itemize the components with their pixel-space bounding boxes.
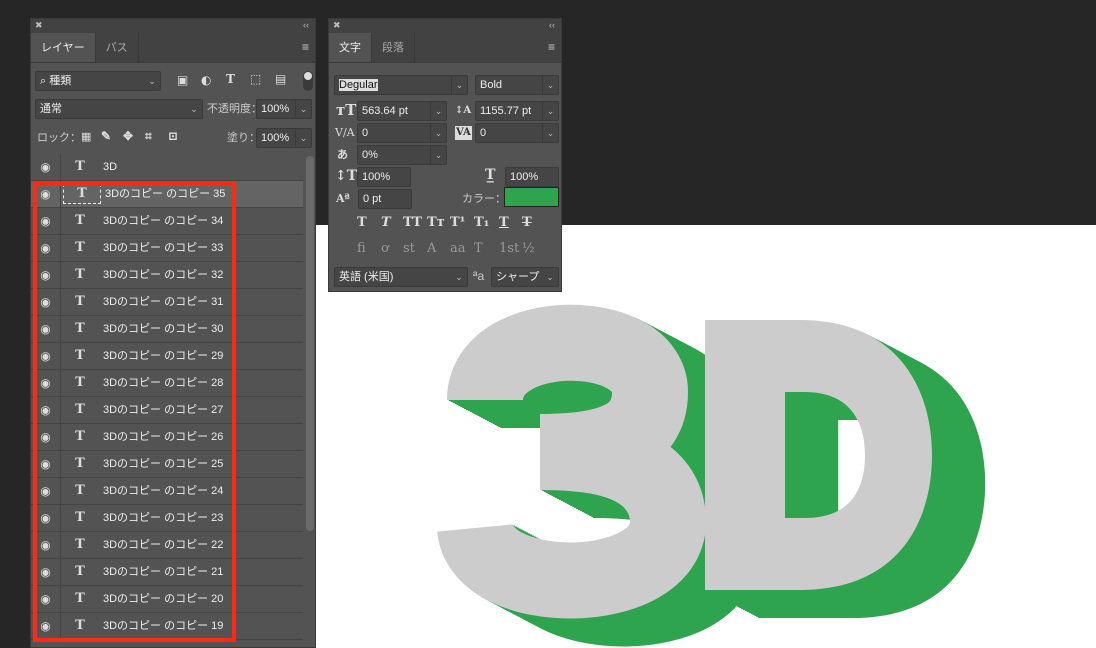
font-family-value: Degular [339,79,378,91]
antialias-icon: ªa [473,269,485,283]
layers-scrollbar[interactable] [306,156,314,531]
tracking-value: 0 [480,127,487,139]
lock-all-icon[interactable]: ⊡ [168,129,178,143]
font-size-icon: ᴛT [336,101,357,119]
tracking-icon: VA [455,126,472,140]
opentype-button[interactable]: aa [450,241,466,256]
image-filter-icon[interactable]: ▣ [177,73,188,87]
leading-input[interactable]: 1155.77 pt ⌄ [475,101,559,121]
horizontal-scale-value: 100% [510,171,539,183]
opentype-button[interactable]: 1st [499,241,519,256]
type-style-button[interactable]: T₁ [474,215,489,230]
horizontal-scale-icon: T̲ [485,167,496,183]
layer-name: 3D [103,160,118,173]
antialias-value: シャープ [496,271,540,283]
baseline-shift-icon: Aª [336,192,350,205]
smart-object-filter-icon[interactable]: ▤ [275,72,286,86]
opentype-button[interactable]: ﬁ [357,241,366,256]
fill-value: 100% [261,132,290,144]
baseline-shift-input[interactable]: 0 pt [358,189,412,209]
horizontal-scale-input[interactable]: 100% [505,167,559,187]
antialias-select[interactable]: シャープ ⌄ [491,267,559,287]
language-value: 英語 (米国) [339,271,394,283]
lock-artboard-icon[interactable]: ⌗ [145,129,152,143]
vertical-scale-icon: ↕T [335,168,358,184]
color-label: カラー： [462,193,506,205]
collapse-icon[interactable]: ‹‹ [549,20,555,30]
font-size-value: 563.64 pt [362,105,408,117]
vertical-scale-input[interactable]: 100% [357,167,411,187]
tsume-select[interactable]: 0% ⌄ [357,145,447,165]
text-color-swatch[interactable] [504,187,559,207]
text-layer-thumbnail-icon: T [75,159,85,174]
language-select[interactable]: 英語 (米国) ⌄ [334,267,468,287]
tab-character[interactable]: 文字 [329,33,372,62]
type-style-button[interactable]: T¹ [450,215,465,230]
type-filter-icon[interactable]: T [226,72,235,86]
opentype-button[interactable]: A [427,241,436,256]
opacity-input[interactable]: 100% ⌄ [256,99,312,119]
collapse-icon[interactable]: ‹‹ [303,20,309,30]
type-style-button[interactable]: T [499,215,509,230]
character-panel: ✖ ‹‹ 文字 段落 ≡ Degular ⌄ Bold ⌄ ᴛT 563.64 pt ⌄… [328,18,562,292]
baseline-shift-value: 0 pt [363,193,382,205]
fill-input[interactable]: 100% ⌄ [256,128,312,148]
type-style-button[interactable]: TT [403,215,422,230]
lock-transparency-icon[interactable]: ▦ [81,130,91,144]
font-size-input[interactable]: 563.64 pt ⌄ [357,101,447,121]
adjustment-filter-icon[interactable]: ◐ [201,73,211,87]
panel-menu-icon[interactable]: ≡ [302,41,309,53]
opacity-label: 不透明度： [207,103,262,115]
kerning-icon: V/A [335,126,355,139]
tracking-select[interactable]: 0 ⌄ [475,123,559,143]
layer-row[interactable]: ◉ T 3D [31,154,303,181]
search-icon: ⌕ [40,75,47,87]
panel-menu-icon[interactable]: ≡ [548,41,555,53]
font-family-select[interactable]: Degular ⌄ [334,75,468,95]
lock-position-move-icon[interactable]: ✥ [123,129,133,143]
vertical-scale-value: 100% [362,171,391,183]
tab-paragraph[interactable]: 段落 [372,33,415,62]
panel-topbar: ✖ ‹‹ [31,19,315,33]
lock-label: ロック： [37,132,81,144]
tsume-icon: あ [337,148,348,161]
kerning-value: 0 [362,127,369,139]
blend-mode-select[interactable]: 通常 ⌄ [35,99,203,119]
layer-filter-select[interactable]: ⌕ 種類 ⌄ [35,71,161,91]
type-style-button[interactable]: T [357,215,367,230]
highlight-box [33,182,236,642]
close-icon[interactable]: ✖ [35,20,43,31]
type-style-button[interactable]: Tт [427,215,445,230]
visibility-eye-icon[interactable]: ◉ [31,154,61,180]
type-style-button[interactable]: T [522,215,532,230]
blend-mode-value: 通常 [40,103,62,115]
glyph-3 [437,304,707,619]
filter-value: 種類 [49,75,72,87]
filter-toggle[interactable] [303,71,313,91]
opacity-value: 100% [261,103,290,115]
shape-filter-icon[interactable]: ⬚ [250,72,261,86]
kerning-select[interactable]: 0 ⌄ [357,123,447,143]
tab-layers[interactable]: レイヤー [31,33,96,62]
close-icon[interactable]: ✖ [333,20,341,31]
leading-icon: ↕A [455,105,472,116]
opentype-button[interactable]: ½ [522,241,535,256]
font-style-select[interactable]: Bold ⌄ [475,75,559,95]
lock-pixels-brush-icon[interactable]: ✎ [101,129,111,143]
opentype-button[interactable]: st [403,241,415,256]
tab-paths[interactable]: パス [96,33,139,62]
leading-value: 1155.77 pt [480,105,532,117]
opentype-button[interactable]: ơ [381,241,389,256]
tsume-value: 0% [362,149,378,161]
opentype-button[interactable]: T [474,241,483,256]
font-style-value: Bold [480,79,503,91]
type-style-button[interactable]: T [381,215,391,230]
